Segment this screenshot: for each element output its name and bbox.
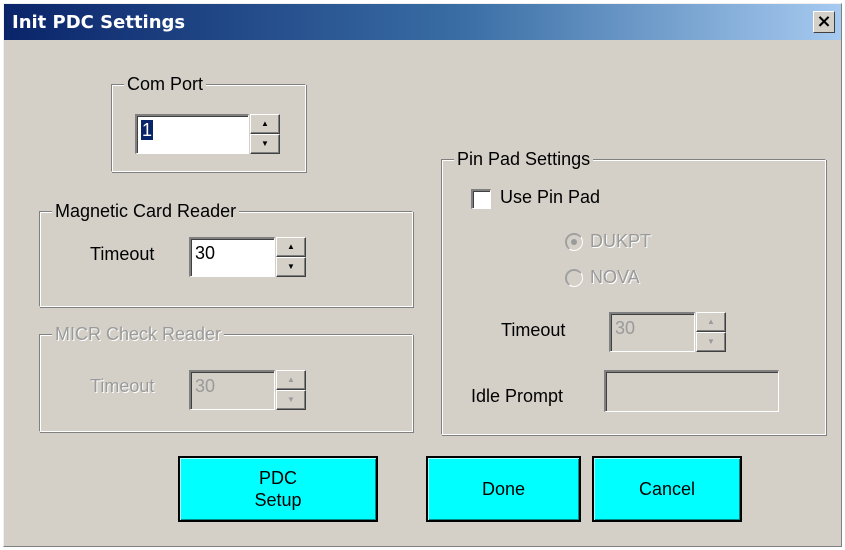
spin-down-button[interactable]: ▼ — [276, 257, 306, 277]
pin-pad-timeout-input: 30 — [609, 312, 695, 352]
idle-prompt-label: Idle Prompt — [471, 386, 564, 406]
close-icon: × — [816, 11, 832, 32]
dukpt-label: DUKPT — [590, 231, 652, 251]
pin-pad-timeout-label: Timeout — [501, 320, 566, 340]
spin-down-button: ▼ — [276, 390, 306, 410]
title-bar[interactable]: Init PDC Settings × — [4, 4, 841, 40]
spin-up-button: ▲ — [696, 312, 726, 332]
spin-down-button[interactable]: ▼ — [250, 134, 280, 154]
com-port-value: 1 — [141, 120, 154, 140]
spin-up-icon: ▲ — [707, 317, 715, 326]
nova-radio — [565, 269, 583, 287]
use-pin-pad-checkbox[interactable] — [471, 189, 491, 209]
micr-timeout-input: 30 — [189, 370, 275, 410]
done-button[interactable]: Done — [426, 456, 581, 522]
micr-timeout-label: Timeout — [90, 376, 155, 396]
idle-prompt-input — [604, 370, 779, 412]
mcr-timeout-input[interactable]: 30 — [189, 237, 275, 277]
micr-check-reader-legend: MICR Check Reader — [52, 323, 225, 345]
mcr-timeout-label: Timeout — [90, 244, 155, 264]
spin-down-button: ▼ — [696, 332, 726, 352]
close-button[interactable]: × — [813, 11, 835, 33]
com-port-legend: Com Port — [124, 73, 207, 95]
spin-down-icon: ▼ — [287, 262, 295, 271]
use-pin-pad-label[interactable]: Use Pin Pad — [500, 187, 600, 208]
magnetic-card-reader-legend: Magnetic Card Reader — [52, 200, 240, 222]
window-title: Init PDC Settings — [12, 12, 186, 33]
spin-down-icon: ▼ — [707, 337, 715, 346]
spin-up-button[interactable]: ▲ — [250, 114, 280, 134]
spin-up-icon: ▲ — [287, 375, 295, 384]
spin-up-button[interactable]: ▲ — [276, 237, 306, 257]
spin-down-icon: ▼ — [261, 139, 269, 148]
radio-selected-dot — [571, 239, 577, 245]
mcr-timeout-spinner[interactable]: ▲ ▼ — [276, 237, 306, 277]
spin-down-icon: ▼ — [287, 395, 295, 404]
spin-up-icon: ▲ — [261, 119, 269, 128]
com-port-input[interactable]: 1 — [135, 114, 249, 154]
spin-up-icon: ▲ — [287, 242, 295, 251]
cancel-button[interactable]: Cancel — [592, 456, 742, 522]
pin-pad-settings-legend: Pin Pad Settings — [454, 148, 594, 170]
spin-up-button: ▲ — [276, 370, 306, 390]
pin-pad-timeout-spinner: ▲ ▼ — [696, 312, 726, 352]
com-port-spinner[interactable]: ▲ ▼ — [250, 114, 280, 154]
dialog-window: Init PDC Settings × Com Port 1 ▲ ▼ Magne… — [3, 3, 842, 547]
micr-timeout-spinner: ▲ ▼ — [276, 370, 306, 410]
pdc-setup-button[interactable]: PDC Setup — [178, 456, 378, 522]
nova-label: NOVA — [590, 267, 640, 287]
dukpt-radio — [565, 233, 583, 251]
